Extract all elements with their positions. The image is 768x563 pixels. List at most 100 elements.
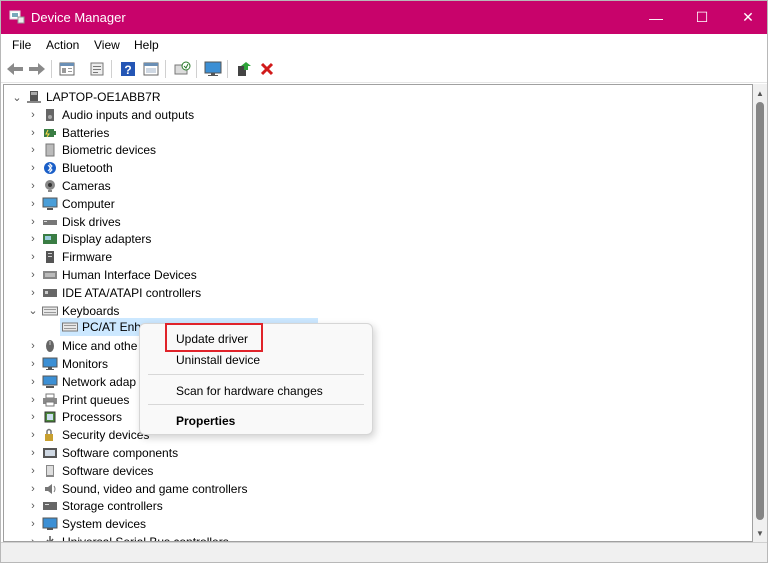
menu-view[interactable]: View xyxy=(94,38,120,52)
menu-item-properties[interactable]: Properties xyxy=(176,414,235,428)
menu-action[interactable]: Action xyxy=(46,38,79,52)
chevron-right-icon[interactable]: › xyxy=(26,180,40,192)
chevron-right-icon[interactable]: › xyxy=(26,287,40,299)
properties-button[interactable] xyxy=(57,59,77,79)
chevron-right-icon[interactable]: › xyxy=(26,447,40,459)
device-tree: ⌄ LAPTOP-OE1ABB7R › Audio inputs and outp… xyxy=(3,84,753,542)
uninstall-button[interactable] xyxy=(257,59,277,79)
sound-icon xyxy=(42,481,58,497)
menu-item-scan-hardware[interactable]: Scan for hardware changes xyxy=(176,384,323,398)
chevron-right-icon[interactable]: › xyxy=(26,269,40,281)
tree-item-processors[interactable]: › Processors xyxy=(26,408,122,426)
computer-icon xyxy=(42,196,58,212)
chevron-down-icon[interactable]: ⌄ xyxy=(26,304,40,317)
disk-icon xyxy=(42,214,58,230)
camera-icon xyxy=(42,178,58,194)
tree-item-biometric-devices[interactable]: › Biometric devices xyxy=(26,141,156,159)
tree-root-label: LAPTOP-OE1ABB7R xyxy=(46,90,161,104)
tree-item-firmware[interactable]: › Firmware xyxy=(26,248,112,266)
toolbar-separator xyxy=(227,60,228,78)
processor-icon xyxy=(42,409,58,425)
tree-item-label: Monitors xyxy=(62,357,109,371)
tree-item-security-devices[interactable]: › Security devices xyxy=(26,426,149,444)
tree-item-label: IDE ATA/ATAPI controllers xyxy=(62,285,202,300)
chevron-right-icon[interactable]: › xyxy=(26,376,40,388)
device-manager-window: Device Manager — ☐ ✕ File Action View He… xyxy=(0,0,768,563)
menu-file[interactable]: File xyxy=(12,38,31,52)
tree-item-network-adap[interactable]: › Network adap xyxy=(26,373,136,391)
tree-item-bluetooth[interactable]: › Bluetooth xyxy=(26,159,113,177)
tree-item-software-components[interactable]: › Software components xyxy=(26,444,178,462)
chevron-down-icon[interactable]: ⌄ xyxy=(10,91,24,104)
chevron-right-icon[interactable]: › xyxy=(26,411,40,423)
display-adapter-icon xyxy=(42,231,58,247)
tree-item-human-interface-devices[interactable]: › Human Interface Devices xyxy=(26,266,197,284)
tree-item-batteries[interactable]: › Batteries xyxy=(26,124,109,142)
chevron-right-icon[interactable]: › xyxy=(26,144,40,156)
tree-item-label: Computer xyxy=(62,196,115,211)
tree-item-display-adapters[interactable]: › Display adapters xyxy=(26,230,151,248)
tree-item-label: Software devices xyxy=(62,463,154,478)
tree-item-system-devices[interactable]: › System devices xyxy=(26,515,146,533)
scrollbar-thumb[interactable] xyxy=(756,102,764,520)
tree-item-label: Network adap xyxy=(62,374,137,389)
tree-item-ide-ata-atapi-controllers[interactable]: › IDE ATA/ATAPI controllers xyxy=(26,284,201,302)
tree-item-software-devices[interactable]: › Software devices xyxy=(26,462,153,480)
chevron-right-icon[interactable]: › xyxy=(26,483,40,495)
chevron-right-icon[interactable]: › xyxy=(26,429,40,441)
scan-hardware-button[interactable] xyxy=(172,59,192,79)
tree-item-label: Firmware xyxy=(62,250,112,265)
scroll-up-icon[interactable]: ▲ xyxy=(753,86,767,100)
tree-item-monitors[interactable]: › Monitors xyxy=(26,355,108,373)
storage-icon xyxy=(42,498,58,514)
chevron-right-icon[interactable]: › xyxy=(26,198,40,210)
chevron-right-icon[interactable]: › xyxy=(26,109,40,121)
hid-icon xyxy=(42,267,58,283)
keyboard-icon xyxy=(42,303,58,319)
tree-item-audio-inputs-and-outputs[interactable]: › Audio inputs and outputs xyxy=(26,106,194,124)
back-button[interactable] xyxy=(5,59,25,79)
close-button[interactable]: ✕ xyxy=(725,1,767,34)
tree-item-universal-serial-bus-controllers[interactable]: › Universal Serial Bus controllers xyxy=(26,533,229,541)
tree-item-sound-video-and-game-controllers[interactable]: › Sound, video and game controllers xyxy=(26,480,247,498)
tree-root[interactable]: ⌄ LAPTOP-OE1ABB7R xyxy=(10,88,161,106)
chevron-right-icon[interactable]: › xyxy=(26,216,40,228)
monitor-icon xyxy=(204,61,222,76)
update-driver-icon xyxy=(238,62,251,76)
mouse-icon xyxy=(42,338,58,354)
chevron-right-icon[interactable]: › xyxy=(26,394,40,406)
menu-help[interactable]: Help xyxy=(134,38,159,52)
monitor-button[interactable] xyxy=(203,59,223,79)
print-button[interactable] xyxy=(87,59,107,79)
keyboard-device-icon xyxy=(62,319,78,335)
chevron-right-icon[interactable]: › xyxy=(26,233,40,245)
vertical-scrollbar[interactable]: ▲ ▼ xyxy=(753,84,767,542)
tree-item-cameras[interactable]: › Cameras xyxy=(26,177,111,195)
chevron-right-icon[interactable]: › xyxy=(26,465,40,477)
forward-button[interactable] xyxy=(27,59,47,79)
action-button[interactable] xyxy=(141,59,161,79)
chevron-right-icon[interactable]: › xyxy=(26,500,40,512)
chevron-right-icon[interactable]: › xyxy=(26,127,40,139)
tree-item-mice-and-othe[interactable]: › Mice and othe xyxy=(26,337,137,355)
tree-item-storage-controllers[interactable]: › Storage controllers xyxy=(26,497,163,515)
tree-item-computer[interactable]: › Computer xyxy=(26,195,115,213)
scroll-down-icon[interactable]: ▼ xyxy=(753,526,767,540)
tree-item-label: Mice and othe xyxy=(62,339,138,354)
menu-item-uninstall-device[interactable]: Uninstall device xyxy=(176,353,260,367)
chevron-right-icon[interactable]: › xyxy=(26,340,40,352)
help-button[interactable]: ? xyxy=(118,59,138,79)
chevron-right-icon[interactable]: › xyxy=(26,162,40,174)
chevron-right-icon[interactable]: › xyxy=(26,358,40,370)
minimize-icon: — xyxy=(649,9,663,26)
chevron-right-icon[interactable]: › xyxy=(26,251,40,263)
update-driver-button[interactable] xyxy=(234,59,254,79)
tree-item-keyboards[interactable]: ⌄ Keyboards xyxy=(26,302,119,320)
security-icon xyxy=(42,427,58,443)
maximize-button[interactable]: ☐ xyxy=(679,1,725,34)
tree-item-print-queues[interactable]: › Print queues xyxy=(26,391,129,409)
back-icon xyxy=(7,63,23,75)
tree-item-disk-drives[interactable]: › Disk drives xyxy=(26,213,121,231)
chevron-right-icon[interactable]: › xyxy=(26,518,40,530)
minimize-button[interactable]: — xyxy=(633,1,679,34)
